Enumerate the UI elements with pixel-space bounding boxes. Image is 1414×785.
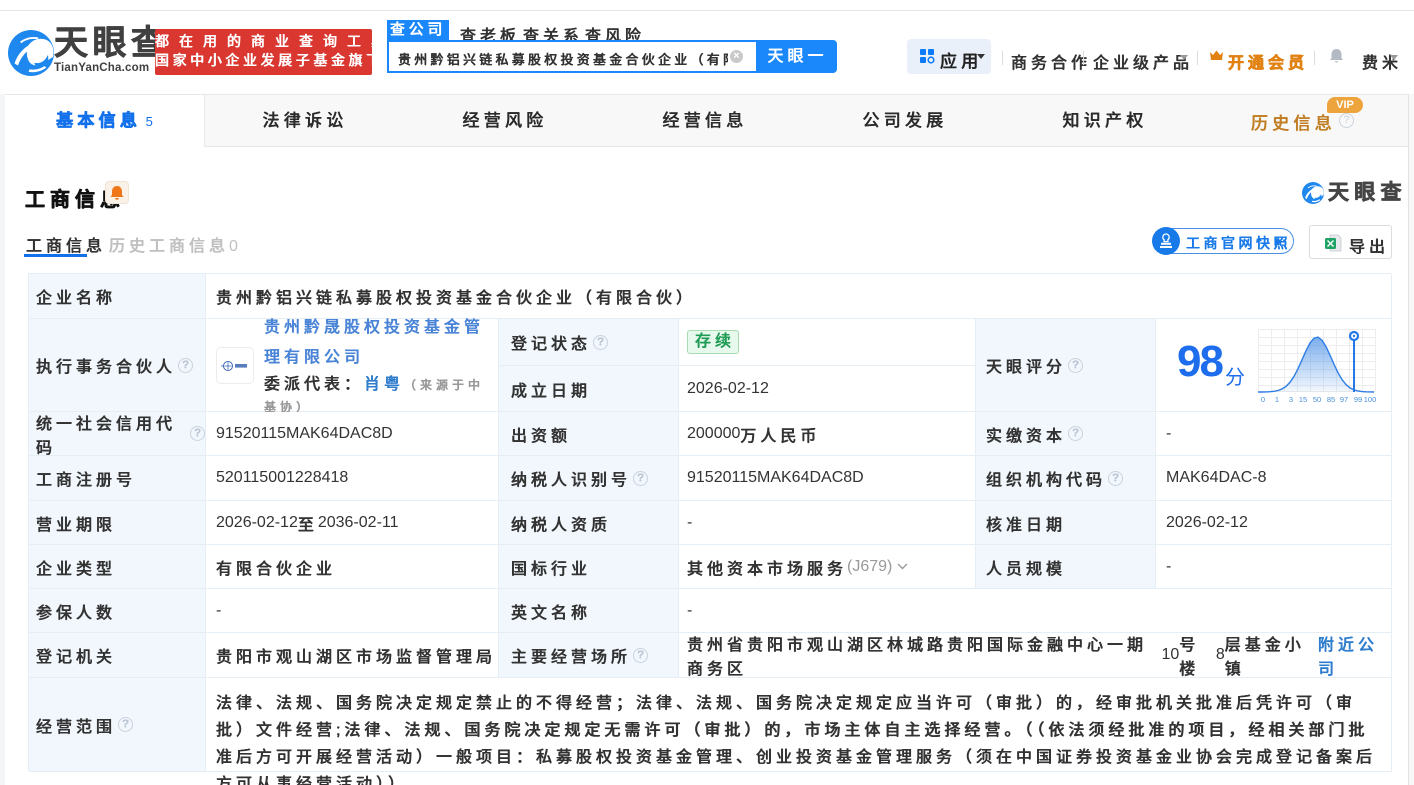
svg-text:50: 50 <box>1313 395 1321 404</box>
svg-text:15: 15 <box>1299 395 1307 404</box>
svg-text:100: 100 <box>1364 395 1376 404</box>
svg-text:97: 97 <box>1340 395 1348 404</box>
svg-text:1: 1 <box>1275 395 1279 404</box>
svg-text:3: 3 <box>1289 395 1293 404</box>
svg-text:0: 0 <box>1261 395 1265 404</box>
svg-text:99: 99 <box>1354 395 1362 404</box>
svg-text:85: 85 <box>1327 395 1335 404</box>
